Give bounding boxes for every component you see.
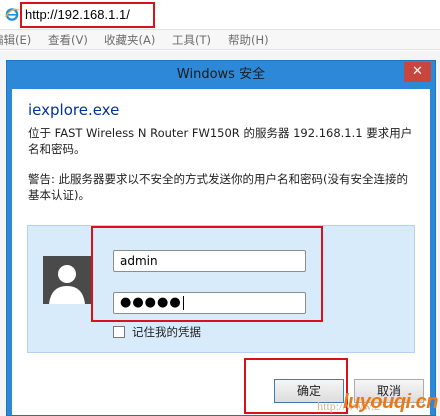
address-input[interactable]: http://192.168.1.1/ bbox=[22, 5, 152, 25]
app-name: iexplore.exe bbox=[28, 101, 120, 119]
address-bar-strip: http://192.168.1.1/ bbox=[0, 0, 440, 30]
user-avatar-icon bbox=[43, 256, 91, 304]
watermark-logo: luyouqi.cn bbox=[343, 391, 439, 413]
password-mask: ●●●●● bbox=[120, 295, 182, 310]
menu-item-favorites[interactable]: 收藏夹(A) bbox=[104, 30, 155, 50]
server-message: 位于 FAST Wireless N Router FW150R 的服务器 19… bbox=[28, 126, 413, 156]
menu-bar: 编辑(E) 查看(V) 收藏夹(A) 工具(T) 帮助(H) bbox=[0, 30, 440, 50]
close-button[interactable]: ✕ bbox=[404, 62, 431, 82]
dialog-title: Windows 安全 bbox=[176, 67, 266, 82]
menu-item-view[interactable]: 查看(V) bbox=[48, 30, 88, 50]
menu-item-help[interactable]: 帮助(H) bbox=[228, 30, 269, 50]
warning-message: 警告: 此服务器要求以不安全的方式发送你的用户名和密码(没有安全连接的基本认证)… bbox=[28, 172, 409, 202]
remember-checkbox[interactable] bbox=[113, 326, 125, 338]
menu-item-tools[interactable]: 工具(T) bbox=[172, 30, 211, 50]
close-icon: ✕ bbox=[412, 64, 423, 79]
password-input[interactable]: ●●●●● bbox=[113, 292, 306, 314]
dialog-body: iexplore.exe 位于 FAST Wireless N Router F… bbox=[12, 89, 430, 415]
remember-label: 记住我的凭据 bbox=[132, 325, 201, 339]
text-caret bbox=[182, 295, 184, 310]
ie-icon bbox=[4, 8, 19, 21]
security-dialog: Windows 安全 ✕ iexplore.exe 位于 FAST Wirele… bbox=[6, 60, 436, 416]
menu-item-edit[interactable]: 编辑(E) bbox=[0, 30, 31, 50]
credential-panel: admin ●●●●● 记住我的凭据 bbox=[27, 225, 415, 353]
username-input[interactable]: admin bbox=[113, 250, 306, 272]
